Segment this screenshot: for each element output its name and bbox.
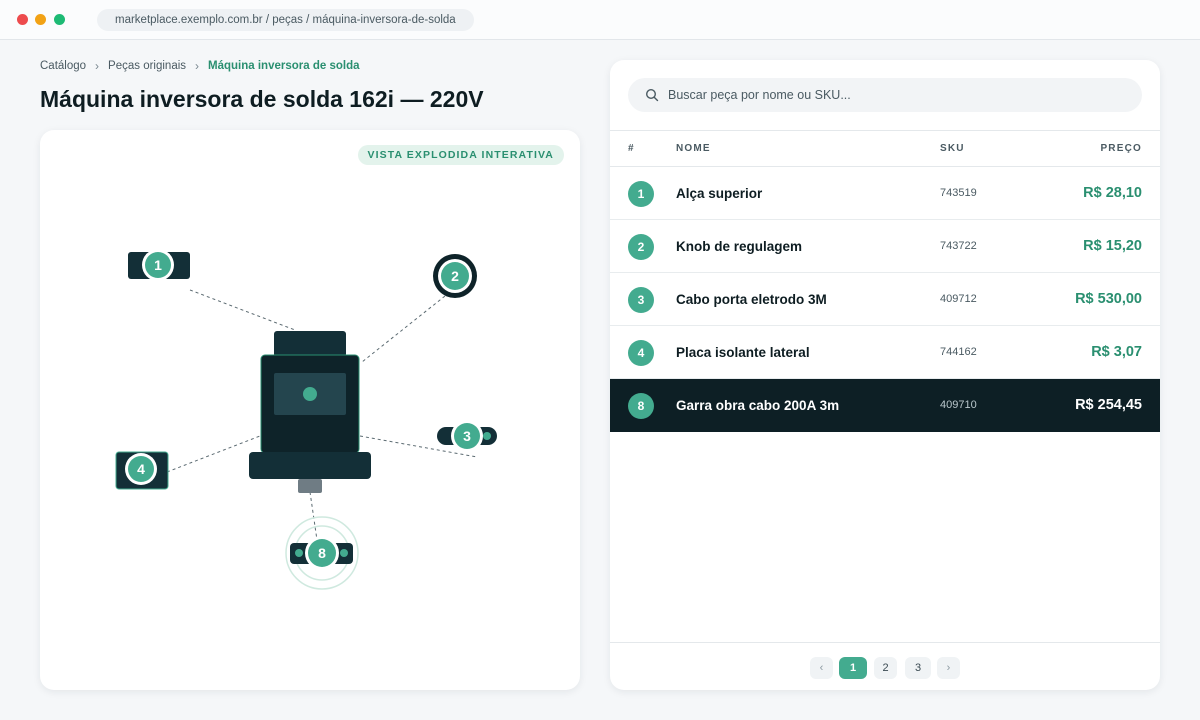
part-name: Alça superior: [676, 186, 763, 201]
part-price: R$ 28,10: [1083, 185, 1142, 201]
part-sku: 744162: [940, 346, 977, 358]
part-price: R$ 15,20: [1083, 238, 1142, 254]
welding-machine-illustration: [249, 331, 371, 493]
callout-number: 4: [137, 461, 145, 477]
page-title: Máquina inversora de solda 162i — 220V: [40, 86, 484, 112]
part-price: R$ 3,07: [1091, 344, 1142, 360]
breadcrumb: Catálogo › Peças originais › Máquina inv…: [40, 59, 360, 73]
part-name: Cabo porta eletrodo 3M: [676, 292, 827, 307]
part-sku: 743722: [940, 240, 977, 252]
callout-part-4[interactable]: 4: [115, 451, 169, 490]
callout-number: 3: [463, 428, 471, 444]
callout-part-3[interactable]: 3: [437, 420, 497, 452]
part-number-badge: 2: [628, 234, 654, 260]
browser-toolbar: marketplace.exemplo.com.br / peças / máq…: [0, 0, 1200, 40]
callout-number: 8: [318, 545, 326, 561]
pagination-prev-button[interactable]: ‹: [810, 657, 833, 679]
part-number-badge: 4: [628, 340, 654, 366]
part-sku: 409712: [940, 293, 977, 305]
callout-number: 1: [154, 257, 162, 273]
maximize-window-button[interactable]: [54, 14, 65, 25]
callout-part-1[interactable]: 1: [128, 249, 190, 281]
callout-part-2[interactable]: 2: [433, 254, 477, 298]
breadcrumb-separator: ›: [195, 59, 200, 73]
address-bar[interactable]: marketplace.exemplo.com.br / peças / máq…: [97, 9, 474, 31]
parts-list-panel: # NOME SKU PREÇO 1 Alça superior 743519 …: [610, 60, 1160, 690]
search-input[interactable]: [668, 78, 1128, 112]
table-row[interactable]: 1 Alça superior 743519 R$ 28,10: [610, 167, 1160, 220]
exploded-view-diagram: 1 2 3 4 8: [115, 249, 497, 590]
table-row[interactable]: 3 Cabo porta eletrodo 3M 409712 R$ 530,0…: [610, 273, 1160, 326]
part-sku: 409710: [940, 399, 977, 411]
part-sku: 743519: [940, 187, 977, 199]
part-name: Garra obra cabo 200A 3m: [676, 398, 840, 413]
table-row[interactable]: 4 Placa isolante lateral 744162 R$ 3,07: [610, 326, 1160, 379]
search-bar: [628, 78, 1142, 112]
part-name: Knob de regulagem: [676, 239, 803, 254]
part-name: Placa isolante lateral: [676, 345, 810, 360]
pagination-page-1[interactable]: 1: [839, 657, 867, 679]
callout-part-8-selected[interactable]: 8: [285, 516, 359, 590]
column-header-price[interactable]: PREÇO: [1100, 143, 1142, 154]
table-header: # NOME SKU PREÇO: [610, 130, 1160, 167]
breadcrumb-item-catalogo[interactable]: Catálogo: [40, 60, 86, 72]
callout-number: 2: [451, 268, 459, 284]
part-number-badge: 8: [628, 393, 654, 419]
breadcrumb-item-pecas-originais[interactable]: Peças originais: [108, 60, 186, 72]
pagination-page-3[interactable]: 3: [905, 657, 931, 679]
pagination-next-button[interactable]: ›: [937, 657, 960, 679]
pagination-page-2[interactable]: 2: [874, 657, 897, 679]
exploded-view-card: VISTA EXPLODIDA INTERATIVA 1 2 3 4 8: [40, 130, 580, 690]
column-header-number: #: [628, 143, 635, 154]
breadcrumb-separator: ›: [95, 59, 100, 73]
table-row-selected[interactable]: 8 Garra obra cabo 200A 3m 409710 R$ 254,…: [610, 379, 1160, 432]
part-number-badge: 1: [628, 181, 654, 207]
parts-table-body: 1 Alça superior 743519 R$ 28,10 2 Knob d…: [610, 167, 1160, 432]
column-header-name[interactable]: NOME: [676, 143, 711, 154]
close-window-button[interactable]: [17, 14, 28, 25]
part-price: R$ 530,00: [1075, 291, 1142, 307]
search-icon: [645, 88, 659, 102]
pagination: ‹ 1 2 3 ›: [610, 642, 1160, 690]
part-number-badge: 3: [628, 287, 654, 313]
part-price: R$ 254,45: [1075, 397, 1142, 413]
minimize-window-button[interactable]: [35, 14, 46, 25]
breadcrumb-item-current: Máquina inversora de solda: [208, 60, 360, 72]
table-row[interactable]: 2 Knob de regulagem 743722 R$ 15,20: [610, 220, 1160, 273]
column-header-sku[interactable]: SKU: [940, 143, 965, 154]
